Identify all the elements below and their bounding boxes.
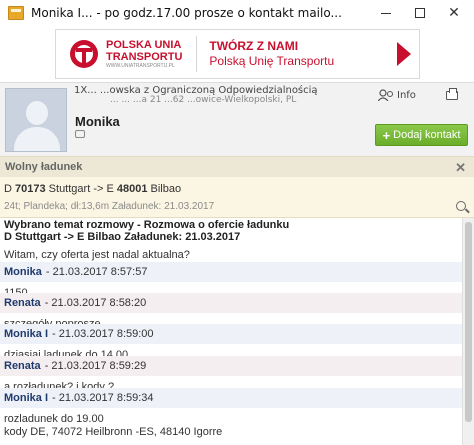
- banner-ad[interactable]: POLSKA UNIA TRANSPORTU WWW.UNIATRANSPORT…: [55, 29, 420, 79]
- scrollbar-thumb[interactable]: [465, 222, 472, 422]
- brand-line-1: POLSKA UNIA: [106, 38, 182, 51]
- route-to-code: 48001: [116, 183, 148, 195]
- message-time: - 21.03.2017 8:59:00: [52, 328, 154, 340]
- put-logo-icon: [70, 40, 98, 68]
- chat-message: Monika I - 21.03.2017 8:59:34 rozladunek…: [0, 388, 462, 439]
- message-time: - 21.03.2017 8:57:57: [45, 266, 148, 278]
- banner-slogan: TWÓRZ Z NAMI Polską Unię Transportu: [209, 39, 334, 69]
- minimize-icon: [381, 12, 391, 14]
- banner-area: POLSKA UNIA TRANSPORTU WWW.UNIATRANSPORT…: [0, 26, 474, 82]
- message-text: rozladunek do 19.00: [4, 413, 104, 425]
- company-address: ... ... ...a 21 ...62 ...owice-Wielkopol…: [110, 95, 297, 105]
- add-contact-button[interactable]: + Dodaj kontakt: [375, 124, 468, 146]
- window-title: Monika I... - po godz.17.00 prosze o kon…: [31, 6, 342, 20]
- load-panel-header: Wolny ładunek ✕: [0, 157, 474, 177]
- close-panel-icon[interactable]: ✕: [455, 160, 466, 176]
- avatar-body: [14, 127, 60, 151]
- message-header: Renata - 21.03.2017 8:59:29: [0, 356, 462, 376]
- message-author: Monika I: [4, 328, 49, 340]
- contact-header: 1X... ...owska z Ograniczoną Odpowiedzia…: [0, 82, 474, 156]
- message-author: Renata: [4, 297, 41, 309]
- route-from-city: Stuttgart: [48, 183, 91, 195]
- chat-topic-line-2: D Stuttgart -> E Bilbao Załadunek: 21.03…: [4, 231, 241, 243]
- message-header: Monika - 21.03.2017 8:57:57: [0, 262, 462, 282]
- avatar-head: [26, 101, 48, 125]
- info-link[interactable]: Info: [378, 89, 416, 101]
- contact-info-icon: [378, 89, 393, 101]
- add-contact-label: Dodaj kontakt: [393, 129, 461, 141]
- message-header: Monika I - 21.03.2017 8:59:34: [0, 388, 462, 408]
- route-to-city: Bilbao: [150, 183, 182, 195]
- banner-divider: [196, 36, 198, 72]
- load-panel: Wolny ładunek ✕ D 70173 Stuttgart -> E 4…: [0, 156, 474, 218]
- slogan-line-2: Polską Unię Transportu: [209, 54, 335, 68]
- maximize-icon: [415, 8, 425, 18]
- message-text-line-2: kody DE, 74072 Heilbronn -ES, 48140 Igor…: [4, 426, 223, 438]
- chat-history[interactable]: Wybrano temat rozmowy - Rozmowa o oferci…: [0, 218, 474, 445]
- message-author: Renata: [4, 360, 41, 372]
- close-button[interactable]: ✕: [437, 0, 471, 26]
- message-time: - 21.03.2017 8:59:29: [44, 360, 147, 372]
- contact-name: Monika: [75, 114, 120, 129]
- chat-scrollbar[interactable]: [462, 218, 474, 445]
- plus-icon: +: [382, 127, 391, 143]
- message-author: Monika: [4, 266, 42, 278]
- route-to-country: E: [106, 183, 114, 195]
- first-message: Witam, czy oferta jest nadal aktualna?: [4, 249, 190, 261]
- message-author: Monika I: [4, 392, 49, 404]
- load-details: 24t; Plandeka; dł:13,6m Załadunek: 21.03…: [4, 201, 215, 212]
- info-label: Info: [397, 89, 416, 101]
- route-from-country: D: [4, 183, 12, 195]
- message-time: - 21.03.2017 8:59:34: [52, 392, 154, 404]
- route-from-code: 70173: [15, 183, 46, 195]
- brand-url: WWW.UNIATRANSPORTU.PL: [106, 62, 175, 69]
- play-arrow-icon: [397, 42, 411, 66]
- brand-line-2: TRANSPORTU: [106, 50, 183, 63]
- message-time: - 21.03.2017 8:58:20: [44, 297, 147, 309]
- route-arrow: ->: [93, 183, 104, 195]
- print-icon[interactable]: [446, 88, 458, 100]
- slogan-line-1: TWÓRZ Z NAMI: [209, 39, 299, 53]
- close-icon: ✕: [448, 5, 460, 21]
- message-header: Renata - 21.03.2017 8:58:20: [0, 293, 462, 313]
- maximize-button[interactable]: [403, 0, 437, 26]
- load-route[interactable]: D 70173 Stuttgart -> E 48001 Bilbao: [4, 183, 181, 195]
- load-panel-title: Wolny ładunek: [5, 161, 83, 173]
- banner-brand: POLSKA UNIA TRANSPORTU WWW.UNIATRANSPORT…: [106, 39, 182, 70]
- message-header: Monika I - 21.03.2017 8:59:00: [0, 324, 462, 344]
- avatar: [5, 88, 67, 152]
- minimize-button[interactable]: [369, 0, 403, 26]
- zoom-icon[interactable]: [456, 201, 466, 211]
- phone-icon: [75, 130, 85, 138]
- mail-icon: [8, 6, 24, 20]
